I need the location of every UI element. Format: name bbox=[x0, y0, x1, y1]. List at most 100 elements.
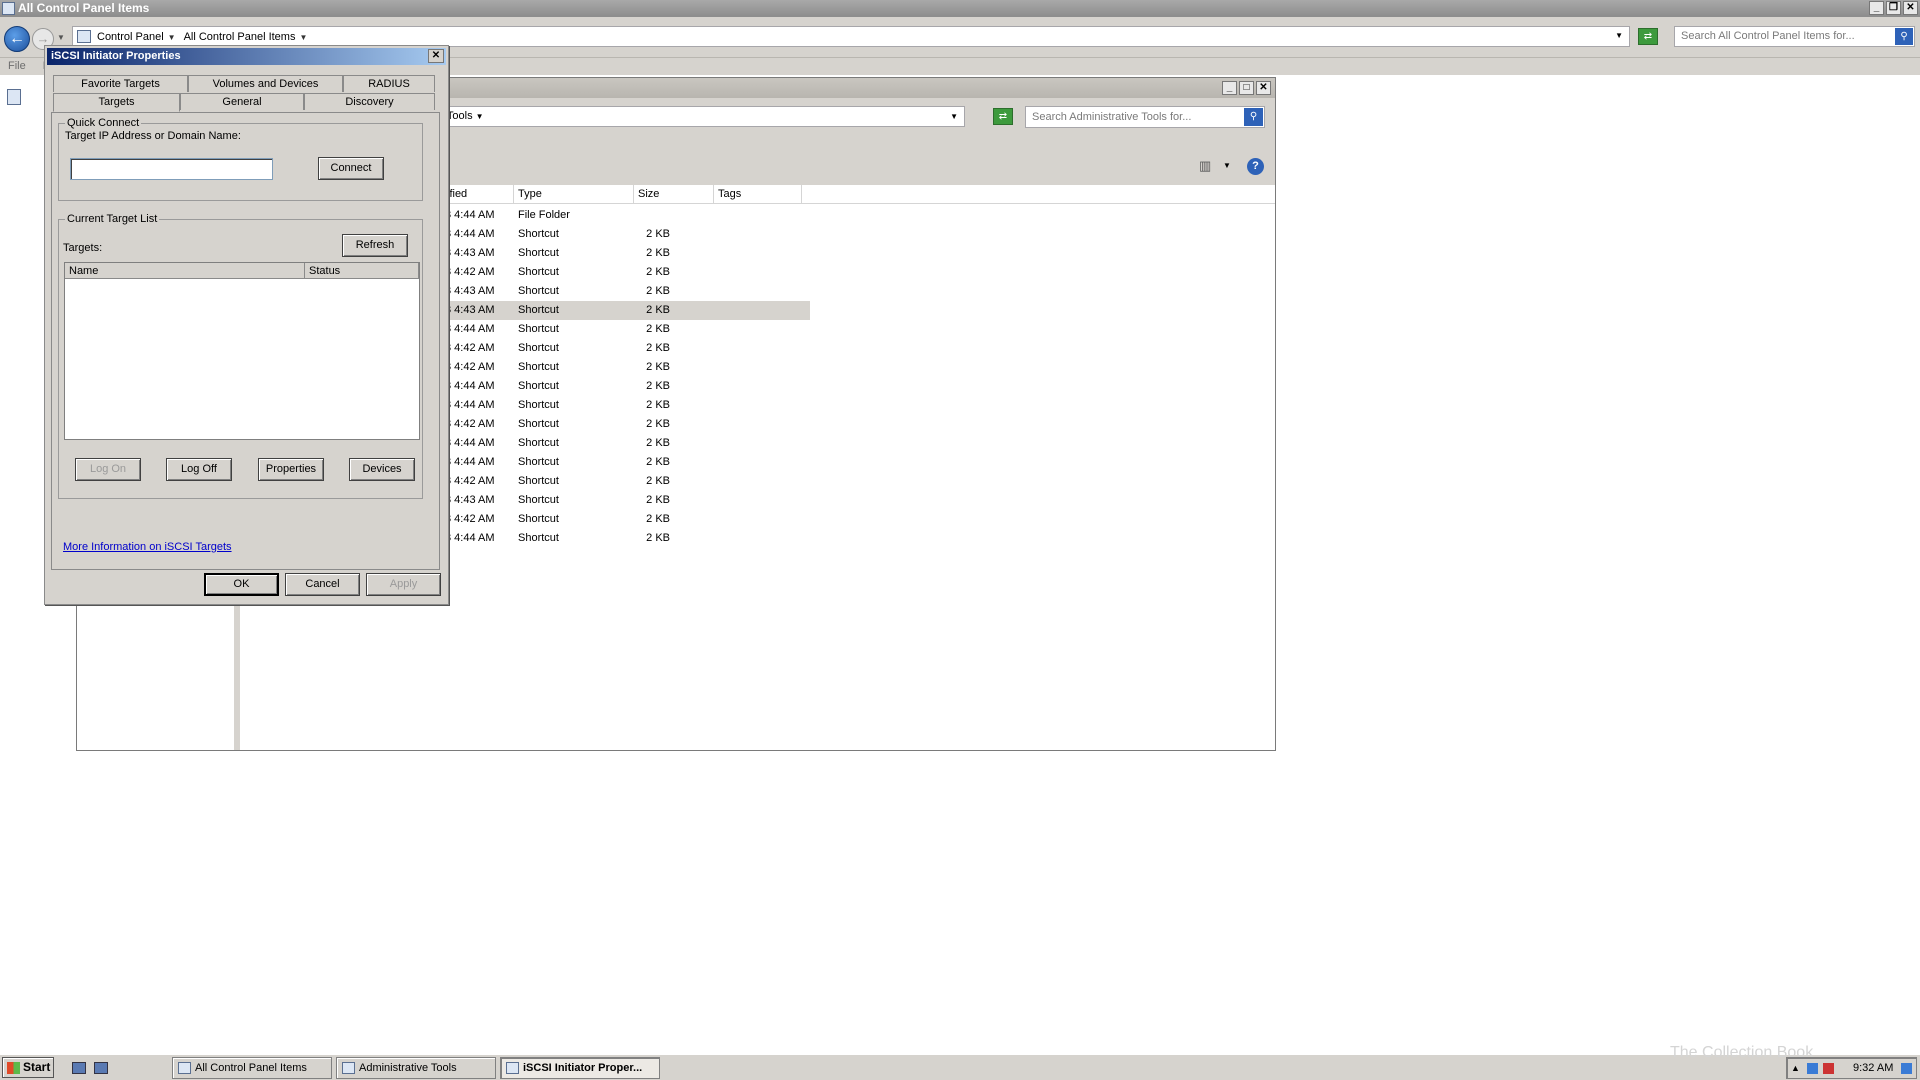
row-date-modified: 3 4:42 AM bbox=[445, 418, 495, 430]
row-size: 2 KB bbox=[646, 532, 670, 544]
search-icon[interactable]: ⚲ bbox=[1895, 28, 1913, 45]
admin-refresh-icon[interactable]: ⇄ bbox=[993, 108, 1013, 125]
quick-connect-label: Quick Connect bbox=[65, 117, 142, 129]
row-type: Shortcut bbox=[518, 228, 559, 240]
history-dropdown-icon[interactable]: ▼ bbox=[57, 33, 65, 42]
log-on-button[interactable]: Log On bbox=[75, 458, 141, 481]
row-type: Shortcut bbox=[518, 532, 559, 544]
connect-button[interactable]: Connect bbox=[318, 157, 384, 180]
row-date-modified: 3 4:44 AM bbox=[445, 532, 495, 544]
current-target-list-group: Current Target List Targets: Refresh Nam… bbox=[58, 213, 423, 499]
row-size: 2 KB bbox=[646, 513, 670, 525]
column-size[interactable]: Size bbox=[634, 185, 714, 204]
tab-discovery[interactable]: Discovery bbox=[304, 93, 435, 110]
row-date-modified: 3 4:42 AM bbox=[445, 342, 495, 354]
more-info-link[interactable]: More Information on iSCSI Targets bbox=[63, 541, 232, 553]
row-type: Shortcut bbox=[518, 456, 559, 468]
view-options-icon[interactable]: ▥ bbox=[1199, 158, 1211, 174]
search-input[interactable]: Search All Control Panel Items for... ⚲ bbox=[1674, 26, 1915, 47]
admin-search-icon[interactable]: ⚲ bbox=[1244, 108, 1263, 126]
row-type: Shortcut bbox=[518, 380, 559, 392]
tab-radius[interactable]: RADIUS bbox=[343, 75, 435, 92]
row-type: File Folder bbox=[518, 209, 570, 221]
show-desktop-tray-icon[interactable] bbox=[1901, 1063, 1912, 1074]
view-dropdown-icon[interactable]: ▼ bbox=[1223, 161, 1231, 170]
help-icon[interactable]: ? bbox=[1247, 158, 1264, 175]
row-type: Shortcut bbox=[518, 323, 559, 335]
tab-favorite-targets[interactable]: Favorite Targets bbox=[53, 75, 188, 92]
menu-file[interactable]: File bbox=[8, 60, 26, 72]
row-size: 2 KB bbox=[646, 285, 670, 297]
log-off-button[interactable]: Log Off bbox=[166, 458, 232, 481]
dialog-titlebar: iSCSI Initiator Properties ✕ bbox=[47, 48, 446, 65]
targets-column-name[interactable]: Name bbox=[65, 263, 305, 279]
row-date-modified: 3 4:42 AM bbox=[445, 266, 495, 278]
breadcrumb-all-items[interactable]: All Control Panel Items ▼ bbox=[184, 31, 308, 43]
row-date-modified: 3 4:42 AM bbox=[445, 513, 495, 525]
row-type: Shortcut bbox=[518, 494, 559, 506]
devices-button[interactable]: Devices bbox=[349, 458, 415, 481]
row-size: 2 KB bbox=[646, 494, 670, 506]
iscsi-dialog: iSCSI Initiator Properties ✕ Favorite Ta… bbox=[44, 45, 449, 605]
row-date-modified: 3 4:42 AM bbox=[445, 361, 495, 373]
speaker-icon[interactable] bbox=[1823, 1063, 1834, 1074]
address-dropdown-icon[interactable]: ▼ bbox=[1615, 31, 1623, 40]
taskbar-item-admin-tools[interactable]: Administrative Tools bbox=[336, 1057, 496, 1079]
minimize-button[interactable]: _ bbox=[1869, 1, 1884, 15]
row-type: Shortcut bbox=[518, 266, 559, 278]
control-panel-icon bbox=[77, 30, 91, 43]
control-panel-home-icon[interactable] bbox=[7, 89, 21, 105]
targets-tab-panel: Quick Connect Target IP Address or Domai… bbox=[51, 112, 440, 570]
column-tags[interactable]: Tags bbox=[714, 185, 802, 204]
targets-list[interactable]: Name Status bbox=[64, 262, 420, 440]
tab-volumes-and-devices[interactable]: Volumes and Devices bbox=[188, 75, 343, 92]
refresh-button[interactable]: Refresh bbox=[342, 234, 408, 257]
ok-button[interactable]: OK bbox=[204, 573, 279, 596]
network-icon[interactable] bbox=[1807, 1063, 1818, 1074]
target-address-input[interactable] bbox=[70, 158, 273, 180]
apply-button[interactable]: Apply bbox=[366, 573, 441, 596]
row-size: 2 KB bbox=[646, 437, 670, 449]
tab-general[interactable]: General bbox=[180, 93, 304, 110]
dialog-close-icon[interactable]: ✕ bbox=[428, 49, 444, 63]
server-manager-icon[interactable] bbox=[72, 1062, 86, 1074]
admin-maximize-button[interactable]: □ bbox=[1239, 81, 1254, 95]
column-type[interactable]: Type bbox=[514, 185, 634, 204]
column-date-modified[interactable]: ified bbox=[443, 185, 514, 204]
row-size: 2 KB bbox=[646, 323, 670, 335]
tab-targets[interactable]: Targets bbox=[53, 93, 180, 112]
address-bar[interactable]: Control Panel ▼ All Control Panel Items ▼ … bbox=[72, 26, 1630, 47]
admin-close-button[interactable]: ✕ bbox=[1256, 81, 1271, 95]
row-date-modified: 3 4:44 AM bbox=[445, 456, 495, 468]
restore-button[interactable]: ❐ bbox=[1886, 1, 1901, 15]
taskbar-item-iscsi[interactable]: iSCSI Initiator Proper... bbox=[500, 1057, 660, 1079]
breadcrumb-control-panel[interactable]: Control Panel ▼ bbox=[97, 31, 176, 43]
properties-button[interactable]: Properties bbox=[258, 458, 324, 481]
targets-column-status[interactable]: Status bbox=[305, 263, 419, 279]
row-type: Shortcut bbox=[518, 475, 559, 487]
clock[interactable]: 9:32 AM bbox=[1853, 1058, 1893, 1078]
row-date-modified: 3 4:44 AM bbox=[445, 437, 495, 449]
dialog-title: iSCSI Initiator Properties bbox=[51, 50, 181, 62]
row-type: Shortcut bbox=[518, 399, 559, 411]
admin-address-bar[interactable]: ive Tools ▼ ▼ bbox=[425, 106, 965, 127]
row-size: 2 KB bbox=[646, 228, 670, 240]
refresh-icon[interactable]: ⇄ bbox=[1638, 28, 1658, 45]
row-date-modified: 3 4:44 AM bbox=[445, 399, 495, 411]
back-arrow-icon[interactable]: ← bbox=[4, 26, 30, 52]
start-button[interactable]: Start bbox=[2, 1057, 54, 1078]
row-size: 2 KB bbox=[646, 380, 670, 392]
close-button[interactable]: ✕ bbox=[1903, 1, 1918, 15]
admin-address-dropdown-icon[interactable]: ▼ bbox=[950, 107, 958, 126]
taskbar-item-control-panel[interactable]: All Control Panel Items bbox=[172, 1057, 332, 1079]
cancel-button[interactable]: Cancel bbox=[285, 573, 360, 596]
row-size: 2 KB bbox=[646, 399, 670, 411]
show-desktop-icon[interactable] bbox=[94, 1062, 108, 1074]
admin-search-input[interactable]: Search Administrative Tools for... ⚲ bbox=[1025, 106, 1265, 128]
admin-minimize-button[interactable]: _ bbox=[1222, 81, 1237, 95]
row-date-modified: 3 4:43 AM bbox=[445, 304, 495, 316]
target-address-label: Target IP Address or Domain Name: bbox=[65, 130, 241, 142]
row-type: Shortcut bbox=[518, 304, 559, 316]
row-type: Shortcut bbox=[518, 513, 559, 525]
tray-expand-icon[interactable]: ▲ bbox=[1791, 1063, 1802, 1074]
